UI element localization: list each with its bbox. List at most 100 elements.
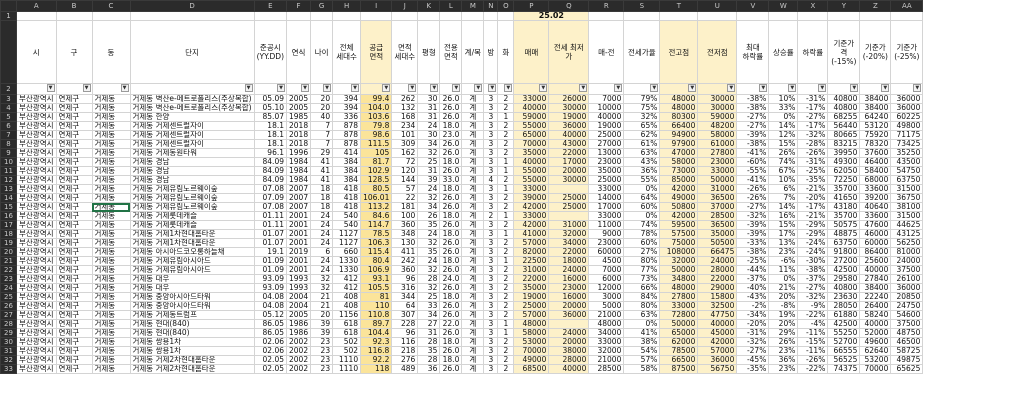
- cell[interactable]: 31000: [513, 265, 550, 275]
- cell[interactable]: 19%: [768, 310, 799, 320]
- cell[interactable]: 1996: [285, 148, 312, 158]
- cell[interactable]: 2002: [285, 355, 312, 365]
- cell[interactable]: 115.4: [360, 247, 393, 257]
- cell[interactable]: 거제동: [91, 265, 131, 275]
- cell[interactable]: 94900: [659, 130, 699, 140]
- column-header-B[interactable]: B: [55, 0, 93, 12]
- cell[interactable]: 거제동: [91, 229, 131, 239]
- cell[interactable]: 28: [417, 274, 441, 284]
- cell[interactable]: 80%: [623, 256, 661, 266]
- cell[interactable]: 116: [391, 337, 419, 347]
- cell[interactable]: 거제동 쌍용1차: [129, 337, 255, 347]
- cell[interactable]: 110: [360, 301, 393, 311]
- cell[interactable]: -22%: [797, 310, 829, 320]
- header-cell[interactable]: 기준가 (-20%): [859, 20, 892, 84]
- cell[interactable]: -38%: [736, 247, 770, 257]
- cell[interactable]: [332, 11, 362, 21]
- cell[interactable]: 34: [417, 139, 441, 149]
- cell[interactable]: 3: [483, 283, 499, 293]
- cell[interactable]: 31: [417, 166, 441, 176]
- cell[interactable]: 거제동: [91, 355, 131, 365]
- cell[interactable]: 26.0: [439, 220, 463, 230]
- cell[interactable]: 거제동 거제1차현대홈타운: [129, 229, 255, 239]
- cell[interactable]: 거제동: [91, 121, 131, 131]
- cell[interactable]: 24: [417, 229, 441, 239]
- filter-dropdown-icon[interactable]: ▼: [301, 84, 310, 92]
- cell[interactable]: 91800: [827, 247, 861, 257]
- cell[interactable]: 14000: [588, 193, 625, 203]
- cell[interactable]: 20000: [548, 301, 590, 311]
- filter-dropdown-icon[interactable]: ▼: [727, 84, 736, 92]
- cell[interactable]: -15%: [797, 337, 829, 347]
- cell[interactable]: 86.05: [253, 328, 288, 338]
- cell[interactable]: 2001: [285, 238, 312, 248]
- cell[interactable]: 48000: [588, 319, 625, 329]
- cell[interactable]: 26%: [768, 148, 799, 158]
- cell[interactable]: 53200: [859, 355, 892, 365]
- cell[interactable]: 42000: [513, 220, 550, 230]
- cell[interactable]: 7: [310, 130, 334, 140]
- cell[interactable]: 70000: [513, 346, 550, 356]
- cell[interactable]: 36: [417, 364, 441, 374]
- cell[interactable]: 56525: [827, 355, 861, 365]
- cell[interactable]: 96: [391, 274, 419, 284]
- cell[interactable]: 42000: [513, 202, 550, 212]
- cell[interactable]: 39: [310, 319, 334, 329]
- cell[interactable]: 부산광역시: [16, 301, 57, 311]
- cell[interactable]: 98.6: [360, 130, 393, 140]
- cell[interactable]: 38%: [623, 337, 661, 347]
- cell[interactable]: 거제동 거제센트럴자이: [129, 139, 255, 149]
- cell[interactable]: -34%: [736, 310, 770, 320]
- cell[interactable]: -37%: [736, 274, 770, 284]
- cell[interactable]: 87500: [659, 364, 699, 374]
- cell[interactable]: -21%: [797, 184, 829, 194]
- filter-dropdown-icon[interactable]: ▼: [759, 84, 768, 92]
- cell[interactable]: 28000: [697, 265, 738, 275]
- row-header[interactable]: 32: [0, 355, 17, 365]
- row-header[interactable]: 31: [0, 346, 17, 356]
- cell[interactable]: -27%: [736, 202, 770, 212]
- cell[interactable]: 거제동: [91, 112, 131, 122]
- cell[interactable]: 84%: [623, 292, 661, 302]
- cell[interactable]: 26.0: [439, 265, 463, 275]
- cell[interactable]: 65625: [890, 364, 924, 374]
- cell[interactable]: 부산광역시: [16, 202, 57, 212]
- cell[interactable]: 22500: [513, 256, 550, 266]
- column-header-Y[interactable]: Y: [827, 0, 861, 12]
- cell[interactable]: 33000: [659, 301, 699, 311]
- cell[interactable]: 거제동 거제2차현대홈타운: [129, 355, 255, 365]
- header-cell[interactable]: 연식: [285, 20, 312, 84]
- cell[interactable]: 02.05: [253, 355, 288, 365]
- cell[interactable]: 2: [497, 193, 515, 203]
- cell[interactable]: 4: [483, 175, 499, 185]
- cell[interactable]: 0%: [623, 319, 661, 329]
- cell[interactable]: -39%: [736, 130, 770, 140]
- cell[interactable]: [736, 11, 770, 21]
- cell[interactable]: 2004: [285, 292, 312, 302]
- cell[interactable]: 60000: [588, 247, 625, 257]
- column-header-O[interactable]: O: [497, 0, 515, 12]
- cell[interactable]: -31%: [797, 94, 829, 104]
- cell[interactable]: 93.09: [253, 274, 288, 284]
- cell[interactable]: 360: [391, 220, 419, 230]
- cell[interactable]: 36%: [768, 355, 799, 365]
- cell[interactable]: 거제동: [91, 193, 131, 203]
- row-header[interactable]: 1: [0, 11, 17, 21]
- cell[interactable]: 연제구: [55, 175, 93, 185]
- cell[interactable]: -27%: [736, 112, 770, 122]
- cell[interactable]: -26%: [797, 148, 829, 158]
- cell[interactable]: 3: [483, 184, 499, 194]
- cell[interactable]: -17%: [797, 103, 829, 113]
- cell[interactable]: 48200: [697, 121, 738, 131]
- cell[interactable]: 18.0: [439, 157, 463, 167]
- cell[interactable]: -8%: [768, 301, 799, 311]
- cell[interactable]: 48750: [890, 328, 924, 338]
- cell[interactable]: 22000: [548, 247, 590, 257]
- cell[interactable]: -35%: [736, 364, 770, 374]
- cell[interactable]: 15800: [697, 292, 738, 302]
- cell[interactable]: 50575: [827, 220, 861, 230]
- cell[interactable]: 1127: [332, 238, 362, 248]
- cell[interactable]: 18.0: [439, 229, 463, 239]
- cell[interactable]: 1993: [285, 283, 312, 293]
- cell[interactable]: 10%: [768, 94, 799, 104]
